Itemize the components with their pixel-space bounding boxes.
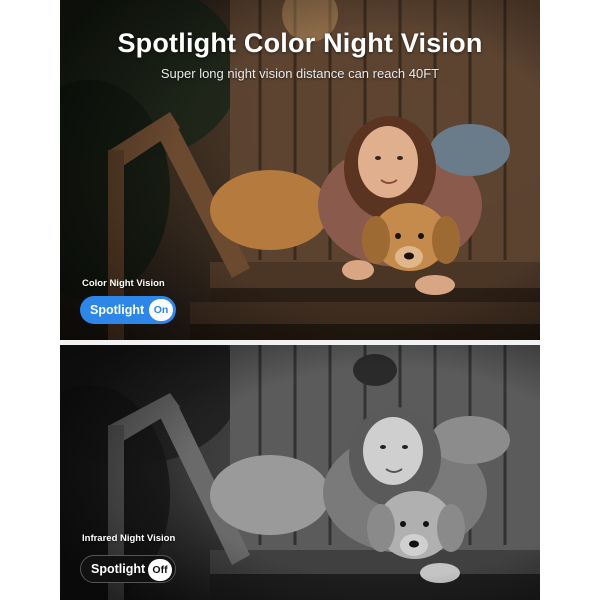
toggle-state-on: On [149, 299, 173, 321]
color-mode-label: Color Night Vision [82, 278, 165, 289]
color-night-vision-panel: Spotlight Color Night Vision Super long … [60, 0, 540, 340]
spotlight-off-toggle[interactable]: Spotlight Off [80, 555, 176, 583]
spotlight-toggle-label: Spotlight [90, 303, 145, 317]
spotlight-toggle-label: Spotlight [91, 562, 146, 576]
headline-subtitle: Super long night vision distance can rea… [160, 66, 440, 81]
spotlight-on-toggle[interactable]: Spotlight On [80, 296, 176, 324]
toggle-state-off: Off [148, 559, 172, 581]
headline-title: Spotlight Color Night Vision [117, 28, 483, 58]
infrared-mode-label: Infrared Night Vision [82, 533, 176, 544]
comparison-frame: Spotlight Color Night Vision Super long … [60, 0, 540, 600]
